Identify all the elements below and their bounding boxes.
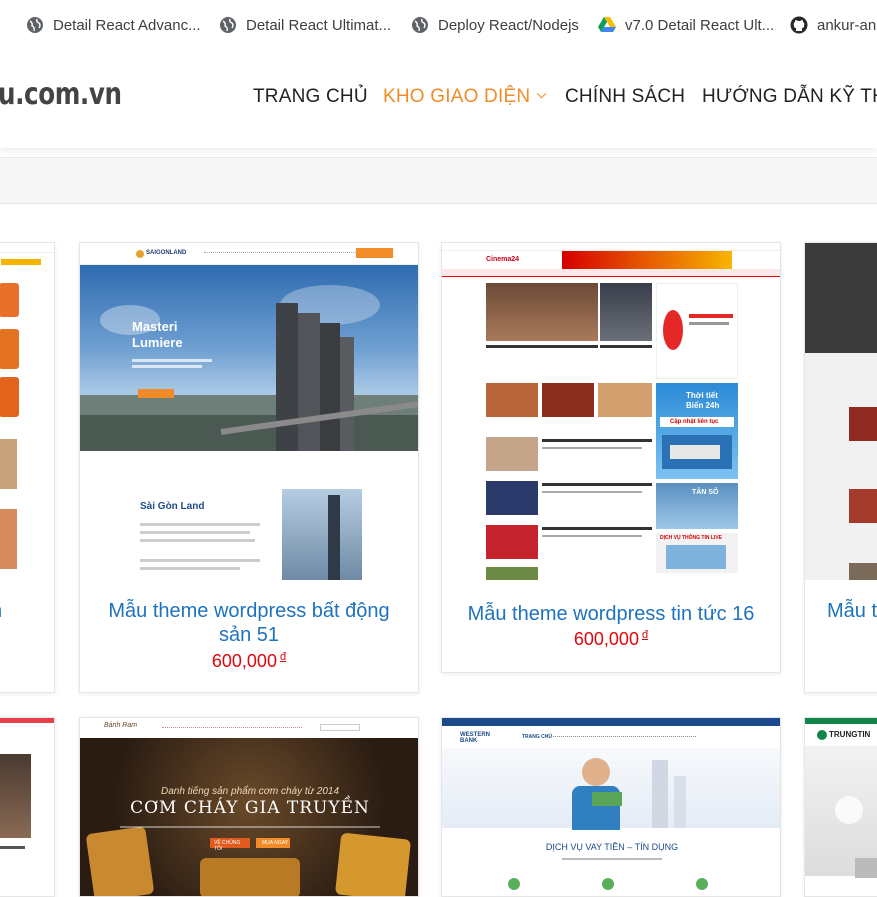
- bookmark-item[interactable]: Detail React Ultimat...: [219, 13, 391, 37]
- nav-home[interactable]: TRANG CHỦ: [253, 86, 368, 108]
- thumb-brand: Bánh Ram: [104, 722, 138, 729]
- bookmark-label: ankur-an: [817, 16, 877, 34]
- product-card[interactable]: [0, 717, 55, 897]
- thumb-heading: DỊCH VỤ VAY TIỀN – TÍN DỤNG: [545, 842, 679, 852]
- product-title[interactable]: Mẫu theme wordpress tin tức 16: [452, 602, 770, 626]
- thumb-section-title: Sài Gòn Land: [140, 501, 205, 512]
- product-thumbnail[interactable]: TRUNGTIN: [805, 718, 877, 896]
- product-thumbnail[interactable]: Bánh Ram Danh tiếng sản phẩm cơm cháy từ…: [80, 718, 418, 896]
- product-card[interactable]: Bánh Ram Danh tiếng sản phẩm cơm cháy từ…: [79, 717, 419, 897]
- thumb-weather: Cập nhật liên tục: [670, 419, 719, 425]
- globe-icon: [26, 16, 44, 34]
- thumb-button: MUA NGAY: [262, 840, 289, 846]
- product-thumbnail[interactable]: Cinema24 Thời tiết Biển 24h Cập nhật liê…: [442, 243, 780, 580]
- github-icon: [790, 16, 808, 34]
- thumb-brand: SAIGONLAND: [146, 250, 187, 256]
- product-thumbnail[interactable]: [0, 243, 54, 580]
- product-title[interactable]: n: [0, 599, 11, 623]
- bookmark-item[interactable]: Detail React Advanc...: [26, 13, 201, 37]
- price-value: 600,000: [211, 651, 277, 671]
- bookmarks-bar: Detail React Advanc... Detail React Ulti…: [0, 0, 877, 50]
- bookmark-item[interactable]: ankur-an: [790, 13, 876, 37]
- product-title[interactable]: Mẫu theme wordpress bất động sản 51: [90, 599, 408, 647]
- product-card[interactable]: n: [0, 242, 55, 693]
- globe-icon: [219, 16, 237, 34]
- site-logo[interactable]: u.com.vn: [0, 77, 122, 112]
- bookmark-item[interactable]: Deploy React/Nodejs: [411, 13, 579, 37]
- title-line: Mẫu theme wordpress bất động: [108, 600, 390, 622]
- product-thumbnail[interactable]: SAIGONLAND Masteri Lumiere Sài Gòn Land: [80, 243, 418, 580]
- nav-templates-label: KHO GIAO DIỆN: [383, 86, 531, 107]
- currency-symbol: đ: [279, 651, 287, 663]
- thumb-brand: WESTERN BANK: [460, 732, 490, 744]
- bookmark-label: Detail React Advanc...: [53, 16, 201, 34]
- currency-symbol: đ: [641, 629, 649, 641]
- bookmark-label: v7.0 Detail React Ult...: [625, 16, 775, 34]
- nav-guide[interactable]: HƯỚNG DẪN KỸ THU: [702, 86, 877, 108]
- nav-policy[interactable]: CHÍNH SÁCH: [565, 86, 685, 108]
- bookmark-label: Detail React Ultimat...: [246, 16, 392, 34]
- site-header: u.com.vn TRANG CHỦ KHO GIAO DIỆN CHÍNH S…: [0, 50, 877, 148]
- thumb-ad: TÂN SỐ: [692, 489, 719, 496]
- thumb-banner: Danh tiếng sản phẩm cơm cháy từ 2014: [160, 786, 340, 797]
- globe-icon: [411, 16, 429, 34]
- product-card[interactable]: TRUNGTIN: [804, 717, 877, 897]
- bookmark-label: Deploy React/Nodejs: [438, 16, 579, 34]
- product-card[interactable]: Mẫu t: [804, 242, 877, 693]
- chevron-down-icon: [536, 88, 547, 99]
- product-price: 600,000 đ: [80, 651, 418, 672]
- thumb-ad: DỊCH VỤ THÔNG TIN LIVE: [660, 535, 722, 541]
- bookmark-item[interactable]: v7.0 Detail React Ult...: [598, 13, 774, 37]
- product-title[interactable]: Mẫu t: [827, 599, 877, 623]
- product-price: 600,000 đ: [442, 629, 780, 650]
- product-card[interactable]: SAIGONLAND Masteri Lumiere Sài Gòn Land: [79, 242, 419, 693]
- title-line: sản 51: [218, 624, 280, 646]
- thumb-heading: Masteri: [132, 319, 178, 334]
- product-card[interactable]: Cinema24 Thời tiết Biển 24h Cập nhật liê…: [441, 242, 781, 673]
- thumb-brand: Cinema24: [486, 256, 520, 263]
- filter-bar: [0, 157, 877, 204]
- nav-templates[interactable]: KHO GIAO DIỆN: [383, 86, 547, 108]
- thumb-weather: Biển 24h: [686, 401, 720, 410]
- thumb-banner-heading: CƠM CHÁY GIA TRUYỀN: [130, 798, 370, 818]
- google-drive-icon: [598, 16, 616, 34]
- product-thumbnail[interactable]: WESTERN BANK TRANG CHỦ DỊCH VỤ VAY TIỀN …: [442, 718, 780, 896]
- product-thumbnail[interactable]: [805, 243, 877, 580]
- product-card[interactable]: WESTERN BANK TRANG CHỦ DỊCH VỤ VAY TIỀN …: [441, 717, 781, 897]
- thumb-button: VỀ CHÚNG TÔI: [214, 840, 241, 852]
- product-thumbnail[interactable]: [0, 718, 54, 896]
- price-value: 600,000: [573, 629, 639, 649]
- thumb-brand: TRUNGTIN: [829, 730, 871, 739]
- thumb-heading: Lumiere: [132, 335, 183, 350]
- thumb-weather: Thời tiết: [686, 391, 718, 400]
